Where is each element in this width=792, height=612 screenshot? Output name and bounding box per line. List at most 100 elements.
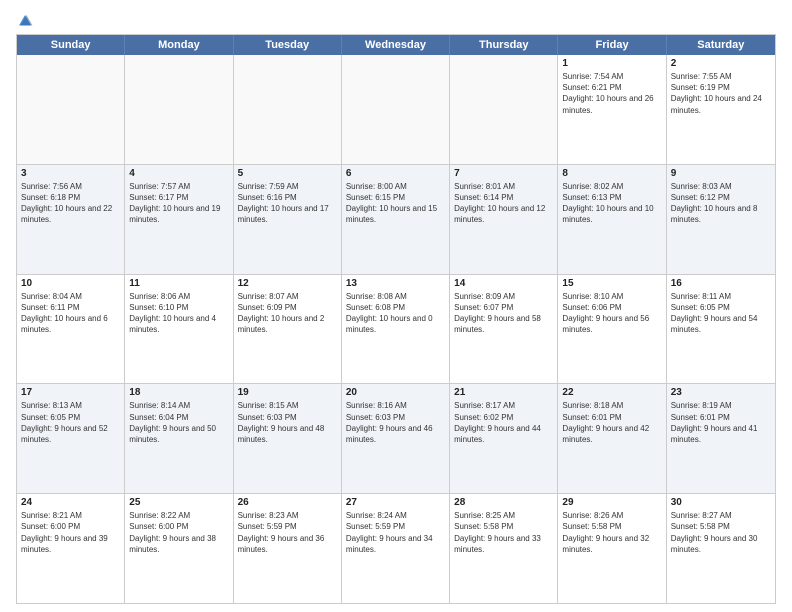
cal-header-thursday: Thursday — [450, 35, 558, 55]
day-number: 8 — [562, 168, 661, 179]
cal-cell-9: 9 Sunrise: 8:03 AM Sunset: 6:12 PM Daylig… — [667, 165, 775, 274]
cal-cell-29: 29Sunrise: 8:26 AM Sunset: 5:58 PM Dayli… — [558, 494, 666, 603]
cal-cell-24: 24 Sunrise: 8:21 AM Sunset: 6:00 PM Dayli… — [17, 494, 125, 603]
cal-cell-14: 14 Sunrise: 8:09 AM Sunset: 6:07 PM Dayli… — [450, 275, 558, 384]
day-number: 20 — [346, 387, 445, 398]
cell-info: Sunrise: 8:09 AM Sunset: 6:07 PM Dayligh… — [454, 291, 553, 336]
cal-cell-3: 3 Sunrise: 7:56 AM Sunset: 6:18 PM Daylig… — [17, 165, 125, 274]
cell-info: Sunrise: 8:19 AM Sunset: 6:01 PM Dayligh… — [671, 400, 771, 445]
cal-cell-15: 15 Sunrise: 8:10 AM Sunset: 6:06 PM Dayli… — [558, 275, 666, 384]
day-number: 13 — [346, 278, 445, 289]
cal-week-row-4: 17Sunrise: 8:13 AM Sunset: 6:05 PM Dayli… — [17, 384, 775, 494]
cell-info: Sunrise: 8:23 AM Sunset: 5:59 PM Dayligh… — [238, 510, 337, 555]
cal-cell-26: 26 Sunrise: 8:23 AM Sunset: 5:59 PM Dayli… — [234, 494, 342, 603]
cell-info: Sunrise: 8:04 AM Sunset: 6:11 PM Dayligh… — [21, 291, 120, 336]
page: SundayMondayTuesdayWednesdayThursdayFrid… — [0, 0, 792, 612]
cal-cell-5: 5 Sunrise: 7:59 AM Sunset: 6:16 PM Daylig… — [234, 165, 342, 274]
cell-info: Sunrise: 7:56 AM Sunset: 6:18 PM Dayligh… — [21, 181, 120, 226]
day-number: 12 — [238, 278, 337, 289]
cal-cell-13: 13 Sunrise: 8:08 AM Sunset: 6:08 PM Dayli… — [342, 275, 450, 384]
day-number: 7 — [454, 168, 553, 179]
cal-header-wednesday: Wednesday — [342, 35, 450, 55]
cell-info: Sunrise: 8:27 AM Sunset: 5:58 PM Dayligh… — [671, 510, 771, 555]
cell-info: Sunrise: 8:11 AM Sunset: 6:05 PM Dayligh… — [671, 291, 771, 336]
cal-cell-7: 7 Sunrise: 8:01 AM Sunset: 6:14 PM Daylig… — [450, 165, 558, 274]
cell-info: Sunrise: 8:18 AM Sunset: 6:01 PM Dayligh… — [562, 400, 661, 445]
cal-cell-11: 11 Sunrise: 8:06 AM Sunset: 6:10 PM Dayli… — [125, 275, 233, 384]
calendar-header-row: SundayMondayTuesdayWednesdayThursdayFrid… — [17, 35, 775, 55]
cell-info: Sunrise: 8:02 AM Sunset: 6:13 PM Dayligh… — [562, 181, 661, 226]
cal-week-row-2: 3 Sunrise: 7:56 AM Sunset: 6:18 PM Daylig… — [17, 165, 775, 275]
logo — [16, 12, 34, 30]
cell-info: Sunrise: 8:15 AM Sunset: 6:03 PM Dayligh… — [238, 400, 337, 445]
cal-cell-1: 1 Sunrise: 7:54 AM Sunset: 6:21 PM Daylig… — [558, 55, 666, 164]
day-number: 22 — [562, 387, 661, 398]
day-number: 3 — [21, 168, 120, 179]
cal-cell-6: 6Sunrise: 8:00 AM Sunset: 6:15 PM Daylig… — [342, 165, 450, 274]
cell-info: Sunrise: 8:25 AM Sunset: 5:58 PM Dayligh… — [454, 510, 553, 555]
day-number: 14 — [454, 278, 553, 289]
cell-info: Sunrise: 8:17 AM Sunset: 6:02 PM Dayligh… — [454, 400, 553, 445]
cal-cell-10: 10 Sunrise: 8:04 AM Sunset: 6:11 PM Dayli… — [17, 275, 125, 384]
day-number: 10 — [21, 278, 120, 289]
cal-cell-empty-4 — [450, 55, 558, 164]
cal-header-tuesday: Tuesday — [234, 35, 342, 55]
day-number: 6 — [346, 168, 445, 179]
cell-info: Sunrise: 8:06 AM Sunset: 6:10 PM Dayligh… — [129, 291, 228, 336]
cal-cell-2: 2 Sunrise: 7:55 AM Sunset: 6:19 PM Daylig… — [667, 55, 775, 164]
day-number: 15 — [562, 278, 661, 289]
day-number: 16 — [671, 278, 771, 289]
day-number: 5 — [238, 168, 337, 179]
cal-header-friday: Friday — [558, 35, 666, 55]
day-number: 11 — [129, 278, 228, 289]
cal-week-row-1: 1 Sunrise: 7:54 AM Sunset: 6:21 PM Daylig… — [17, 55, 775, 165]
cell-info: Sunrise: 8:13 AM Sunset: 6:05 PM Dayligh… — [21, 400, 120, 445]
cell-info: Sunrise: 8:08 AM Sunset: 6:08 PM Dayligh… — [346, 291, 445, 336]
cell-info: Sunrise: 8:16 AM Sunset: 6:03 PM Dayligh… — [346, 400, 445, 445]
cell-info: Sunrise: 7:54 AM Sunset: 6:21 PM Dayligh… — [562, 71, 661, 116]
day-number: 9 — [671, 168, 771, 179]
cell-info: Sunrise: 8:21 AM Sunset: 6:00 PM Dayligh… — [21, 510, 120, 555]
day-number: 27 — [346, 497, 445, 508]
cal-cell-17: 17Sunrise: 8:13 AM Sunset: 6:05 PM Dayli… — [17, 384, 125, 493]
calendar: SundayMondayTuesdayWednesdayThursdayFrid… — [16, 34, 776, 604]
cal-cell-empty-1 — [125, 55, 233, 164]
cal-cell-22: 22 Sunrise: 8:18 AM Sunset: 6:01 PM Dayli… — [558, 384, 666, 493]
cell-info: Sunrise: 8:01 AM Sunset: 6:14 PM Dayligh… — [454, 181, 553, 226]
cal-header-saturday: Saturday — [667, 35, 775, 55]
cal-cell-19: 19 Sunrise: 8:15 AM Sunset: 6:03 PM Dayli… — [234, 384, 342, 493]
day-number: 26 — [238, 497, 337, 508]
cell-info: Sunrise: 8:10 AM Sunset: 6:06 PM Dayligh… — [562, 291, 661, 336]
day-number: 19 — [238, 387, 337, 398]
day-number: 25 — [129, 497, 228, 508]
cal-cell-empty-0 — [17, 55, 125, 164]
cal-cell-30: 30Sunrise: 8:27 AM Sunset: 5:58 PM Dayli… — [667, 494, 775, 603]
day-number: 28 — [454, 497, 553, 508]
cal-cell-18: 18 Sunrise: 8:14 AM Sunset: 6:04 PM Dayli… — [125, 384, 233, 493]
day-number: 2 — [671, 58, 771, 69]
day-number: 1 — [562, 58, 661, 69]
cal-cell-21: 21 Sunrise: 8:17 AM Sunset: 6:02 PM Dayli… — [450, 384, 558, 493]
cell-info: Sunrise: 8:14 AM Sunset: 6:04 PM Dayligh… — [129, 400, 228, 445]
cell-info: Sunrise: 8:22 AM Sunset: 6:00 PM Dayligh… — [129, 510, 228, 555]
cal-cell-empty-3 — [342, 55, 450, 164]
day-number: 18 — [129, 387, 228, 398]
header — [16, 12, 776, 30]
day-number: 21 — [454, 387, 553, 398]
cell-info: Sunrise: 7:55 AM Sunset: 6:19 PM Dayligh… — [671, 71, 771, 116]
cal-cell-12: 12 Sunrise: 8:07 AM Sunset: 6:09 PM Dayli… — [234, 275, 342, 384]
cal-cell-8: 8 Sunrise: 8:02 AM Sunset: 6:13 PM Daylig… — [558, 165, 666, 274]
cal-week-row-5: 24 Sunrise: 8:21 AM Sunset: 6:00 PM Dayli… — [17, 494, 775, 603]
cal-cell-28: 28 Sunrise: 8:25 AM Sunset: 5:58 PM Dayli… — [450, 494, 558, 603]
cell-info: Sunrise: 8:07 AM Sunset: 6:09 PM Dayligh… — [238, 291, 337, 336]
cal-cell-25: 25 Sunrise: 8:22 AM Sunset: 6:00 PM Dayli… — [125, 494, 233, 603]
cell-info: Sunrise: 8:03 AM Sunset: 6:12 PM Dayligh… — [671, 181, 771, 226]
cal-cell-27: 27 Sunrise: 8:24 AM Sunset: 5:59 PM Dayli… — [342, 494, 450, 603]
cell-info: Sunrise: 7:59 AM Sunset: 6:16 PM Dayligh… — [238, 181, 337, 226]
cal-cell-16: 16 Sunrise: 8:11 AM Sunset: 6:05 PM Dayli… — [667, 275, 775, 384]
day-number: 24 — [21, 497, 120, 508]
cell-info: Sunrise: 7:57 AM Sunset: 6:17 PM Dayligh… — [129, 181, 228, 226]
cal-cell-23: 23Sunrise: 8:19 AM Sunset: 6:01 PM Dayli… — [667, 384, 775, 493]
cell-info: Sunrise: 8:24 AM Sunset: 5:59 PM Dayligh… — [346, 510, 445, 555]
calendar-body: 1 Sunrise: 7:54 AM Sunset: 6:21 PM Daylig… — [17, 55, 775, 603]
